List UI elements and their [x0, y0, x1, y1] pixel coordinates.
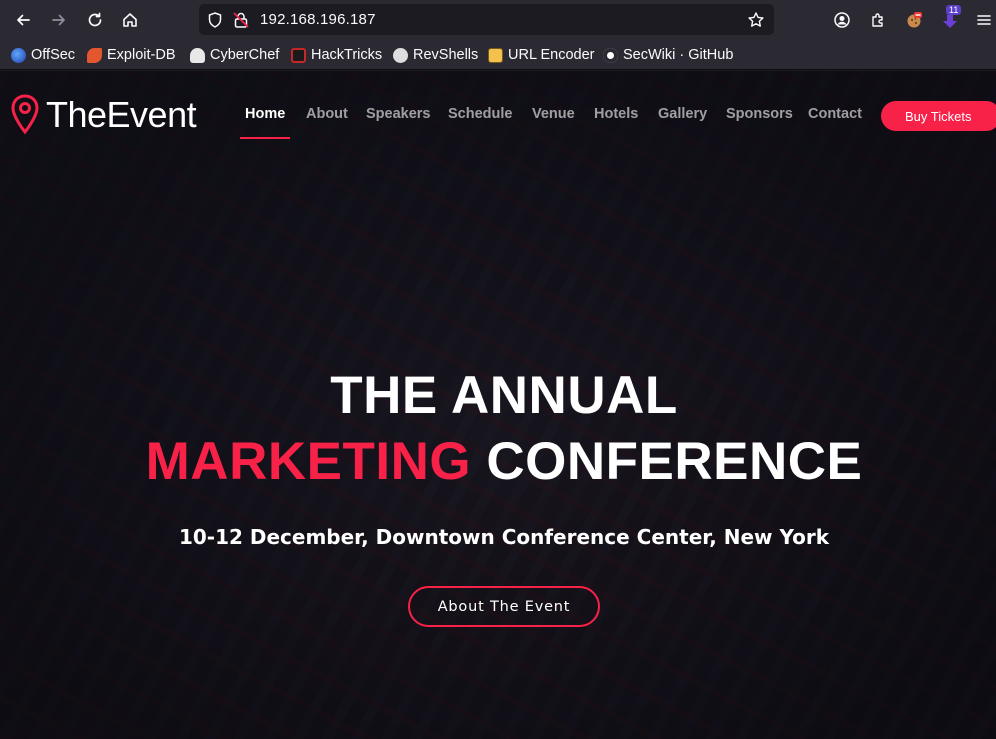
back-arrow-icon — [17, 14, 30, 26]
hamburger-menu-icon — [977, 15, 991, 25]
url-encoder-icon — [488, 47, 503, 63]
bookmark-revshells[interactable]: RevShells — [393, 45, 478, 65]
hero-title-rest: CONFERENCE — [486, 432, 863, 491]
extension-badge: 11 — [946, 5, 962, 15]
puzzle-icon — [872, 13, 883, 27]
bookmark-hacktricks[interactable]: HackTricks — [291, 45, 382, 65]
about-event-button[interactable]: About The Event — [408, 586, 600, 627]
bookmark-star-icon[interactable] — [747, 11, 765, 29]
forward-arrow-icon — [52, 14, 65, 26]
shield-icon — [208, 12, 222, 28]
back-button[interactable] — [9, 6, 37, 34]
hero-subtitle: 10-12 December, Downtown Conference Cent… — [178, 525, 830, 549]
url-bar[interactable]: 192.168.196.187 — [199, 4, 774, 35]
exploit-db-icon — [87, 47, 102, 63]
github-icon — [603, 47, 618, 63]
offsec-icon — [11, 47, 26, 63]
hero-title-line2: MARKETING CONFERENCE — [0, 431, 996, 492]
home-button[interactable] — [116, 6, 144, 34]
menu-button[interactable] — [970, 6, 996, 34]
account-button[interactable] — [828, 6, 856, 34]
bookmarks-bar: OffSec Exploit-DB CyberChef HackTricks R… — [0, 40, 996, 70]
web-page: TheEvent Home About Speakers Schedule Ve… — [0, 71, 996, 739]
revshells-icon — [393, 47, 408, 63]
bookmark-cyberchef[interactable]: CyberChef — [190, 45, 279, 65]
home-icon — [123, 13, 137, 27]
forward-button[interactable] — [45, 6, 73, 34]
url-text: 192.168.196.187 — [260, 11, 376, 28]
reload-icon — [88, 12, 102, 27]
hero-title-line1: THE ANNUAL — [330, 366, 678, 425]
bookmark-exploit-db[interactable]: Exploit-DB — [87, 45, 176, 65]
extensions-button[interactable] — [864, 6, 892, 34]
cookie-icon — [907, 12, 922, 28]
bookmark-offsec[interactable]: OffSec — [11, 45, 75, 65]
hacktricks-icon — [291, 47, 306, 63]
badge-extension-button[interactable]: 11 — [936, 5, 964, 34]
hero-section: THE ANNUAL MARKETING CONFERENCE 10-12 De… — [0, 71, 996, 739]
bookmark-url-encoder[interactable]: URL Encoder — [488, 45, 595, 65]
hero-title-accent: MARKETING — [145, 432, 472, 491]
cyberchef-icon — [190, 47, 205, 63]
account-icon — [834, 12, 850, 28]
insecure-lock-icon — [233, 12, 249, 28]
reload-button[interactable] — [81, 6, 109, 34]
bookmark-secwiki-github[interactable]: SecWiki · GitHub — [603, 45, 733, 65]
cookie-extension-button[interactable] — [900, 6, 928, 34]
browser-toolbar: 192.168.196.187 11 — [0, 0, 996, 40]
